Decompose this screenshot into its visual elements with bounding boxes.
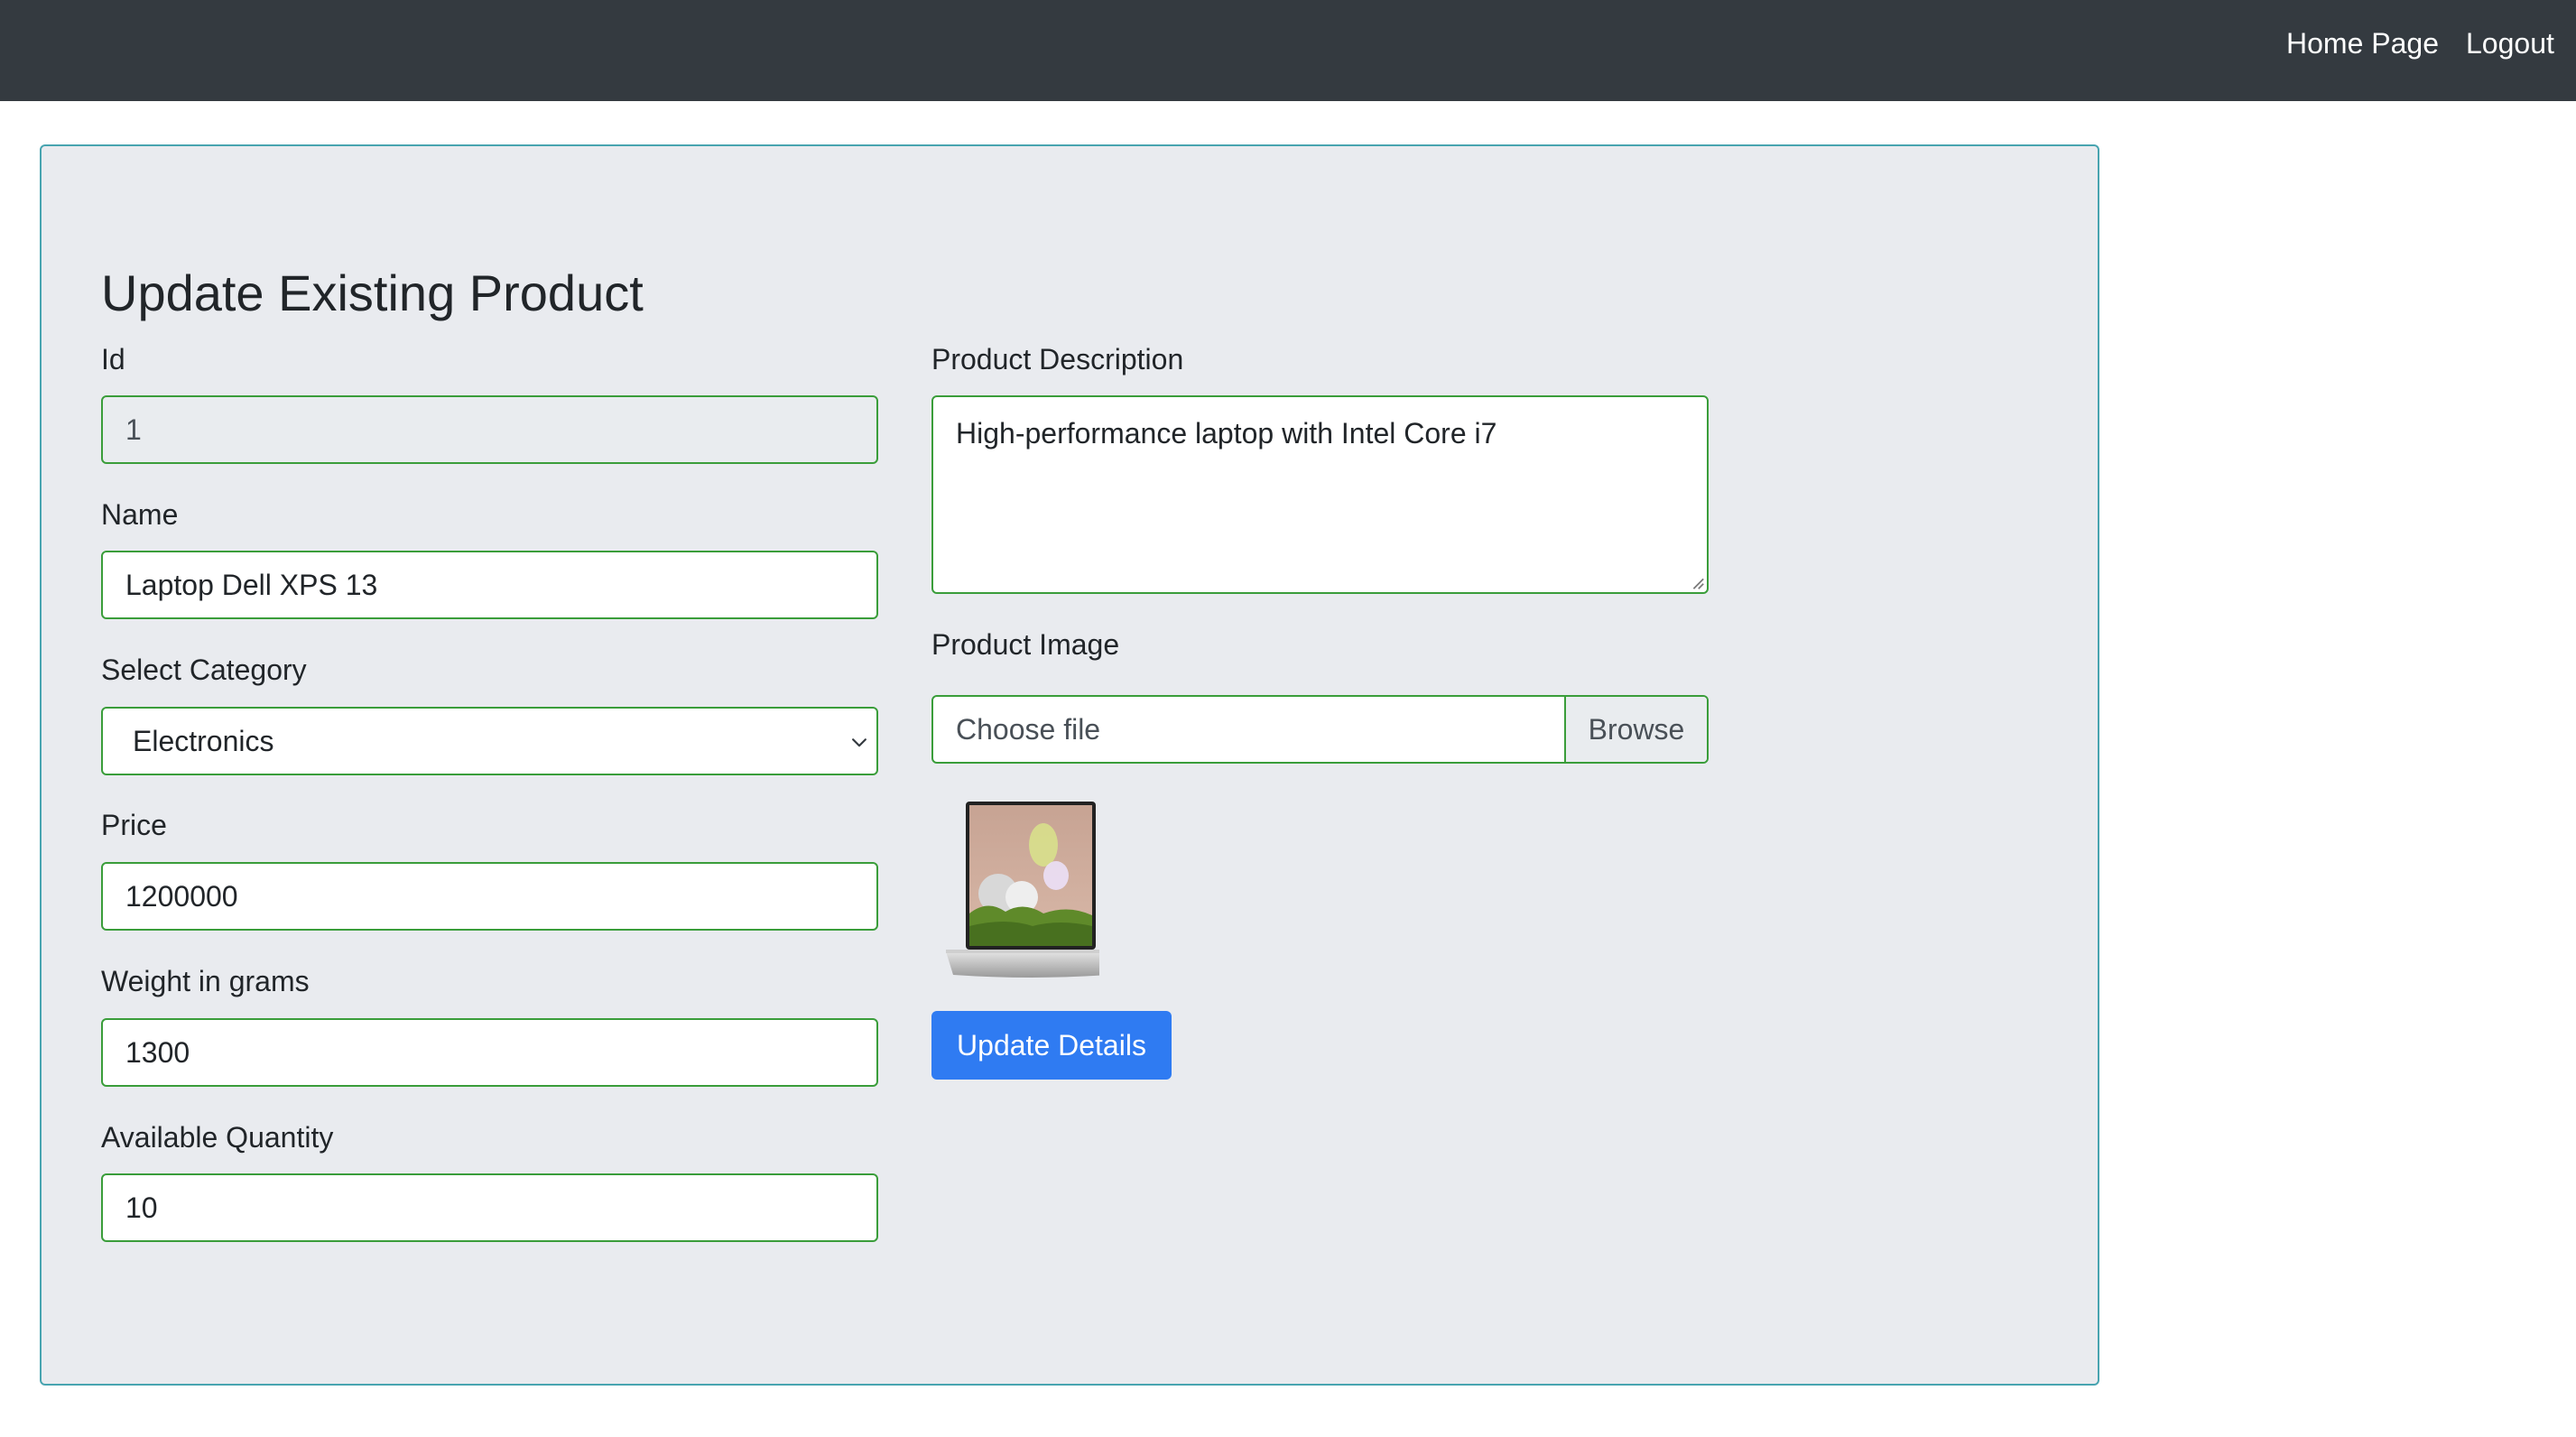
quantity-field[interactable]: 10 [101, 1173, 878, 1242]
weight-field[interactable]: 1300 [101, 1018, 878, 1087]
category-selected-value: Electronics [133, 725, 274, 757]
nav-logout-link[interactable]: Logout [2466, 25, 2554, 61]
name-field[interactable]: Laptop Dell XPS 13 [101, 551, 878, 619]
update-details-button[interactable]: Update Details [931, 1011, 1172, 1080]
category-label: Select Category [101, 654, 307, 686]
description-textarea[interactable]: High-performance laptop with Intel Core … [931, 395, 1709, 594]
name-label: Name [101, 498, 179, 531]
category-select[interactable]: Electronics [101, 707, 878, 775]
laptop-product-image [946, 802, 1099, 978]
update-product-card: Update Existing Product Id 1 Name Laptop… [40, 144, 2099, 1386]
nav-home-page-link[interactable]: Home Page [2286, 25, 2439, 61]
resize-grip-icon[interactable] [1689, 574, 1705, 590]
price-label: Price [101, 809, 167, 841]
page-title: Update Existing Product [101, 264, 644, 321]
file-input-placeholder: Choose file [956, 713, 1101, 746]
quantity-label: Available Quantity [101, 1121, 334, 1154]
weight-label: Weight in grams [101, 965, 310, 997]
top-navbar: Home Page Logout [0, 0, 2576, 101]
chevron-down-icon [852, 738, 866, 747]
id-field: 1 [101, 395, 878, 464]
description-label: Product Description [931, 343, 1184, 375]
image-label: Product Image [931, 628, 1120, 661]
id-label: Id [101, 343, 125, 375]
image-file-input[interactable]: Choose file Browse [931, 695, 1709, 764]
price-field[interactable]: 1200000 [101, 862, 878, 931]
description-text: High-performance laptop with Intel Core … [956, 417, 1497, 450]
browse-button[interactable]: Browse [1564, 697, 1707, 762]
